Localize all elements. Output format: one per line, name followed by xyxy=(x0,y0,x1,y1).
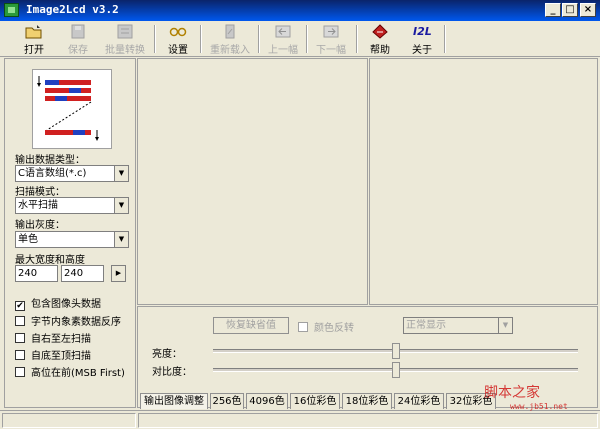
scan-mode-value: 水平扫描 xyxy=(18,200,58,211)
checkbox[interactable] xyxy=(15,350,25,360)
restore-default-button[interactable]: 恢复缺省值 xyxy=(213,317,289,334)
toolbar-separator xyxy=(444,25,446,53)
batch-convert-label: 批量转换 xyxy=(105,45,145,56)
toolbar-separator xyxy=(356,25,358,53)
height-input[interactable]: 240 xyxy=(61,265,104,282)
save-button[interactable]: 保存 xyxy=(60,23,96,56)
help-button[interactable]: 帮助 xyxy=(362,23,398,56)
checkbox[interactable] xyxy=(15,367,25,377)
tab-24bit-color[interactable]: 24位彩色 xyxy=(394,393,444,409)
settings-button[interactable]: 设置 xyxy=(160,23,196,56)
title-bar: Image2Lcd v3.2 _ □ × xyxy=(0,0,600,21)
display-mode-value: 正常显示 xyxy=(406,320,446,331)
option-label: 高位在前(MSB First) xyxy=(31,368,125,379)
toolbar: 打开 保存 批量转换 设置 重新载入 上一幅 下一幅 帮助 I2L 关于 xyxy=(0,21,600,57)
width-input[interactable]: 240 xyxy=(15,265,58,282)
contrast-slider-thumb[interactable] xyxy=(391,362,400,378)
folder-open-icon xyxy=(25,25,42,39)
scan-mode-label: 扫描模式： xyxy=(15,187,65,198)
toolbar-separator xyxy=(154,25,156,53)
maximize-button[interactable]: □ xyxy=(562,3,578,17)
display-mode-select[interactable]: 正常显示 ▼ xyxy=(403,317,513,334)
option-include-header[interactable]: ✔ 包含图像头数据 xyxy=(15,295,101,311)
tab-256-color[interactable]: 256色 xyxy=(210,393,244,409)
left-panel: 输出数据类型： C语言数组(*.c) ▼ 扫描模式： 水平扫描 ▼ 输出灰度： … xyxy=(4,58,136,408)
tab-output-adjust[interactable]: 输出图像调整 xyxy=(140,393,208,409)
toolbar-separator xyxy=(306,25,308,53)
option-reverse-bits[interactable]: 字节内象素数据反序 xyxy=(15,313,121,328)
settings-label: 设置 xyxy=(168,45,188,56)
brightness-label: 亮度： xyxy=(152,349,182,360)
prev-image-label: 上一幅 xyxy=(268,45,298,56)
option-label: 包含图像头数据 xyxy=(31,299,101,310)
checkbox[interactable] xyxy=(15,333,25,343)
output-image-canvas[interactable] xyxy=(369,58,598,305)
chevron-down-icon[interactable]: ▼ xyxy=(498,318,512,333)
chevron-down-icon[interactable]: ▼ xyxy=(114,198,128,213)
reload-button[interactable]: 重新载入 xyxy=(205,23,255,56)
toolbar-separator xyxy=(258,25,260,53)
option-label: 自右至左扫描 xyxy=(31,334,91,345)
status-bar xyxy=(0,410,600,429)
status-pane-main xyxy=(138,413,598,428)
checkbox[interactable] xyxy=(298,322,308,332)
option-label: 字节内象素数据反序 xyxy=(31,317,121,328)
watermark-url: www.jb51.net xyxy=(510,402,568,411)
batch-icon xyxy=(117,24,133,39)
open-button[interactable]: 打开 xyxy=(16,23,52,56)
close-button[interactable]: × xyxy=(580,3,596,17)
tab-16bit-color[interactable]: 16位彩色 xyxy=(290,393,340,409)
prev-image-button[interactable]: 上一幅 xyxy=(262,23,304,56)
arrow-right-icon xyxy=(323,25,339,38)
about-button[interactable]: I2L 关于 xyxy=(404,23,440,56)
reload-icon xyxy=(225,24,235,39)
status-pane-left xyxy=(2,413,136,428)
apply-size-button[interactable]: ▶ xyxy=(111,265,126,282)
batch-convert-button[interactable]: 批量转换 xyxy=(100,23,150,56)
invert-color-checkbox[interactable]: 颜色反转 xyxy=(298,319,354,334)
tab-4096-color[interactable]: 4096色 xyxy=(246,393,288,409)
watermark-logo: 脚本之家 xyxy=(484,385,540,401)
help-label: 帮助 xyxy=(370,45,390,56)
tab-18bit-color[interactable]: 18位彩色 xyxy=(342,393,392,409)
glasses-icon xyxy=(169,27,187,37)
gray-level-label: 输出灰度： xyxy=(15,220,65,231)
scan-mode-select[interactable]: 水平扫描 ▼ xyxy=(15,197,129,214)
option-msb-first[interactable]: 高位在前(MSB First) xyxy=(15,364,125,379)
gray-level-value: 单色 xyxy=(18,234,38,245)
chevron-down-icon[interactable]: ▼ xyxy=(114,232,128,247)
toolbar-separator xyxy=(200,25,202,53)
chevron-down-icon[interactable]: ▼ xyxy=(114,166,128,181)
arrow-left-icon xyxy=(275,25,291,38)
window-title: Image2Lcd v3.2 xyxy=(26,3,119,16)
checkbox[interactable] xyxy=(15,316,25,326)
next-image-button[interactable]: 下一幅 xyxy=(310,23,352,56)
reload-label: 重新载入 xyxy=(210,45,250,56)
open-label: 打开 xyxy=(24,45,44,56)
output-type-select[interactable]: C语言数组(*.c) ▼ xyxy=(15,165,129,182)
save-label: 保存 xyxy=(68,45,88,56)
option-bottom-to-top[interactable]: 自底至顶扫描 xyxy=(15,347,91,362)
option-label: 自底至顶扫描 xyxy=(31,351,91,362)
source-image-canvas[interactable] xyxy=(137,58,368,305)
save-icon xyxy=(71,24,85,39)
help-book-icon xyxy=(372,24,388,39)
output-type-label: 输出数据类型： xyxy=(15,155,85,166)
option-right-to-left[interactable]: 自右至左扫描 xyxy=(15,330,91,345)
checkbox[interactable]: ✔ xyxy=(15,301,25,311)
output-type-value: C语言数组(*.c) xyxy=(18,168,87,179)
scan-preview xyxy=(32,69,112,149)
gray-level-select[interactable]: 单色 ▼ xyxy=(15,231,129,248)
brightness-slider-thumb[interactable] xyxy=(391,343,400,359)
about-label: 关于 xyxy=(412,45,432,56)
next-image-label: 下一幅 xyxy=(316,45,346,56)
minimize-button[interactable]: _ xyxy=(545,3,561,17)
max-size-label: 最大宽度和高度 xyxy=(15,255,85,266)
about-icon: I2L xyxy=(413,25,432,38)
scan-direction-diagram xyxy=(37,76,99,141)
invert-color-label: 颜色反转 xyxy=(314,323,354,334)
app-icon xyxy=(4,3,19,17)
contrast-label: 对比度： xyxy=(152,367,192,378)
